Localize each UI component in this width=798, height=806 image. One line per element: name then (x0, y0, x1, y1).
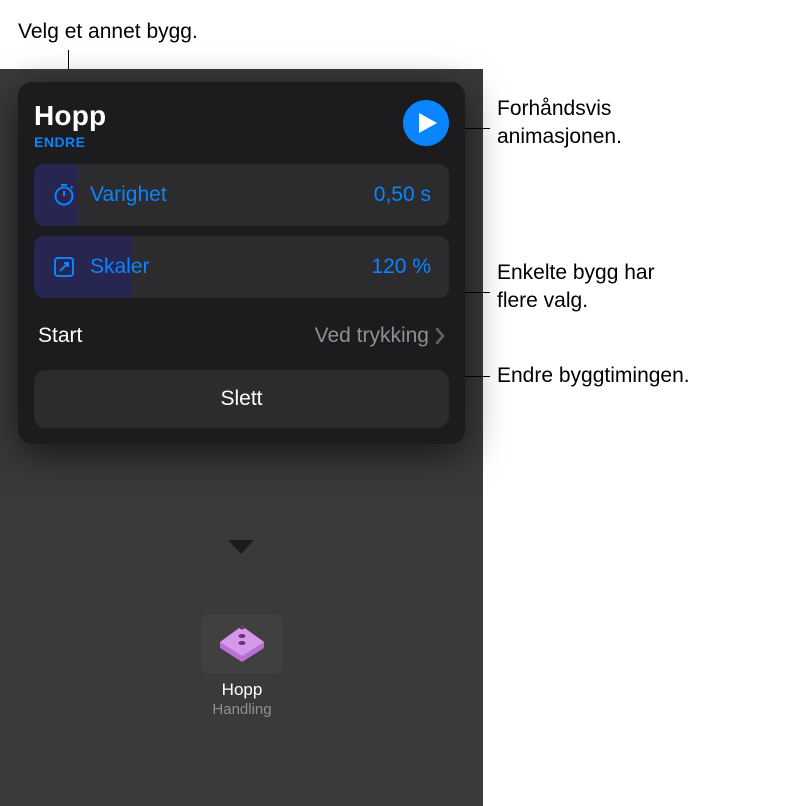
build-title: Hopp (34, 100, 106, 132)
change-build-link[interactable]: ENDRE (34, 134, 106, 150)
preview-button[interactable] (403, 100, 449, 146)
duration-row[interactable]: Varighet 0,50 s (34, 164, 449, 226)
timer-icon (52, 183, 76, 207)
start-value: Ved trykking (315, 324, 429, 348)
callout-timing: Endre byggtimingen. (497, 362, 690, 390)
callout-options: Enkelte bygg har flere valg. (497, 259, 655, 316)
scale-label: Skaler (90, 255, 371, 279)
popover-header: Hopp ENDRE (34, 100, 449, 150)
callout-preview: Forhåndsvis animasjonen. (497, 95, 622, 152)
hopp-animation-icon (214, 622, 270, 666)
play-icon (419, 113, 437, 133)
thumb-icon-wrap (201, 614, 283, 674)
scale-icon (52, 255, 76, 279)
thumb-label: Hopp (177, 680, 307, 700)
build-thumbnail[interactable]: Hopp Handling (177, 614, 307, 718)
chevron-right-icon (435, 327, 445, 345)
scale-value: 120 % (371, 255, 431, 279)
start-label: Start (38, 324, 315, 348)
duration-value: 0,50 s (374, 183, 431, 207)
duration-label: Varighet (90, 183, 374, 207)
delete-button[interactable]: Slett (34, 370, 449, 428)
build-popover: Hopp ENDRE Varighet 0,50 s (18, 82, 465, 444)
scale-row[interactable]: Skaler 120 % (34, 236, 449, 298)
callout-change-build: Velg et annet bygg. (18, 18, 198, 46)
title-block: Hopp ENDRE (34, 100, 106, 150)
thumb-sublabel: Handling (177, 701, 307, 718)
start-row[interactable]: Start Ved trykking (34, 308, 449, 364)
popover-arrow (228, 540, 254, 554)
